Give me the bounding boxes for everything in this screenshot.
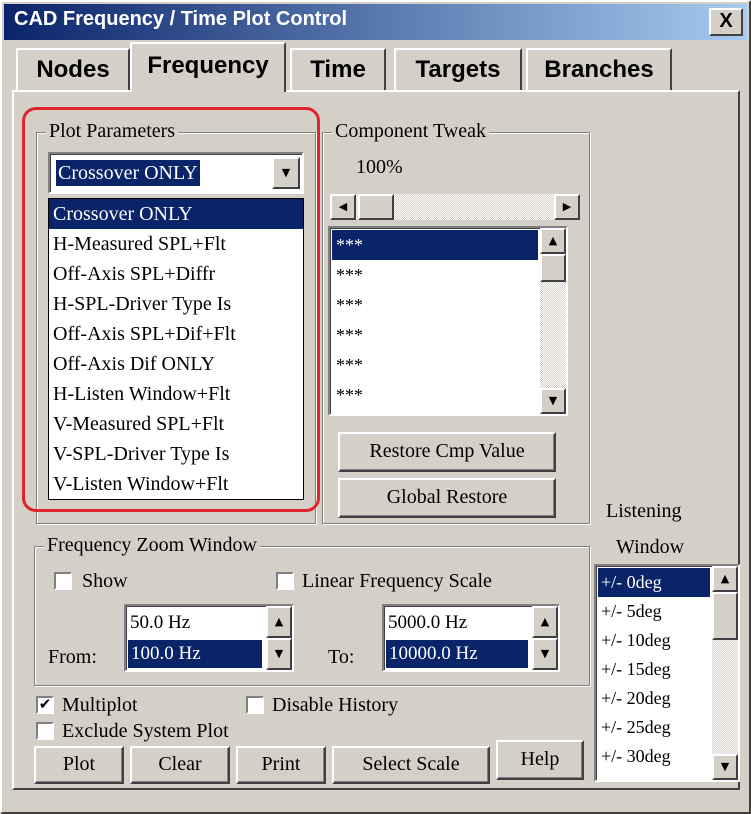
from-label: From: xyxy=(48,646,97,668)
highlight-outline xyxy=(22,107,320,512)
list-item[interactable]: *** xyxy=(332,290,538,320)
frequency-zoom-label: Frequency Zoom Window xyxy=(44,534,260,556)
list-item[interactable]: *** xyxy=(332,380,538,410)
select-scale-button[interactable]: Select Scale xyxy=(332,746,490,784)
disable-history-checkbox[interactable] xyxy=(246,696,264,714)
from-spin-list[interactable]: 50.0 Hz 100.0 Hz ▲ ▼ xyxy=(124,604,294,672)
scroll-up-icon[interactable]: ▲ xyxy=(540,228,566,254)
listening-window-list[interactable]: +/- 0deg +/- 5deg +/- 10deg +/- 15deg +/… xyxy=(594,564,740,782)
component-tweak-label: Component Tweak xyxy=(332,120,489,142)
list-item[interactable]: *** xyxy=(332,260,538,290)
linear-frequency-checkbox[interactable] xyxy=(276,572,294,590)
component-tweak-value: 100% xyxy=(356,156,403,178)
scroll-down-icon[interactable]: ▼ xyxy=(712,754,738,780)
tab-frequency[interactable]: Frequency xyxy=(130,42,286,92)
scroll-right-icon[interactable]: ▶ xyxy=(554,194,580,220)
component-list-items: *** *** *** *** *** *** xyxy=(332,230,538,410)
exclude-system-plot-label: Exclude System Plot xyxy=(62,720,229,742)
listening-window-items: +/- 0deg +/- 5deg +/- 10deg +/- 15deg +/… xyxy=(598,568,710,771)
to-value-option[interactable]: 5000.0 Hz xyxy=(388,612,467,634)
show-label: Show xyxy=(82,570,128,592)
disable-history-label: Disable History xyxy=(272,694,399,716)
list-item[interactable]: +/- 5deg xyxy=(598,597,710,626)
global-restore-button[interactable]: Global Restore xyxy=(338,478,556,518)
tweak-scrollbar[interactable]: ◀ ▶ xyxy=(330,194,580,220)
tab-time[interactable]: Time xyxy=(290,48,386,90)
to-value-selected[interactable]: 10000.0 Hz xyxy=(386,640,528,668)
listening-window-label-line2: Window xyxy=(616,536,685,558)
list-item[interactable]: +/- 30deg xyxy=(598,742,710,771)
title-bar[interactable]: CAD Frequency / Time Plot Control X xyxy=(4,4,747,40)
scroll-down-icon[interactable]: ▼ xyxy=(540,388,566,414)
scroll-thumb[interactable] xyxy=(540,254,566,282)
spin-up-icon[interactable]: ▲ xyxy=(266,606,292,638)
close-button[interactable]: X xyxy=(709,8,743,36)
from-value-option[interactable]: 50.0 Hz xyxy=(130,612,190,634)
clear-button[interactable]: Clear xyxy=(130,746,230,784)
list-item[interactable]: *** xyxy=(332,350,538,380)
spin-down-icon[interactable]: ▼ xyxy=(266,638,292,670)
help-button[interactable]: Help xyxy=(496,740,584,780)
tab-nodes[interactable]: Nodes xyxy=(16,48,130,90)
list-item[interactable]: *** xyxy=(332,320,538,350)
scroll-thumb[interactable] xyxy=(358,194,394,220)
spin-down-icon[interactable]: ▼ xyxy=(532,638,558,670)
component-list[interactable]: *** *** *** *** *** *** ▲ ▼ xyxy=(328,226,568,416)
tab-branches[interactable]: Branches xyxy=(526,48,672,90)
list-item[interactable]: +/- 10deg xyxy=(598,626,710,655)
multiplot-checkbox[interactable]: ✔ xyxy=(36,696,54,714)
multiplot-label: Multiplot xyxy=(62,694,138,716)
scroll-left-icon[interactable]: ◀ xyxy=(330,194,356,220)
list-item[interactable]: +/- 25deg xyxy=(598,713,710,742)
list-item[interactable]: +/- 15deg xyxy=(598,655,710,684)
component-list-scrollbar[interactable]: ▲ ▼ xyxy=(540,228,566,414)
restore-cmp-value-button[interactable]: Restore Cmp Value xyxy=(338,432,556,472)
exclude-system-plot-checkbox[interactable] xyxy=(36,722,54,740)
window-title: CAD Frequency / Time Plot Control xyxy=(14,8,347,30)
show-checkbox[interactable] xyxy=(54,572,72,590)
plot-button[interactable]: Plot xyxy=(34,746,124,784)
scroll-up-icon[interactable]: ▲ xyxy=(712,566,738,592)
from-value-selected[interactable]: 100.0 Hz xyxy=(128,640,262,668)
to-label: To: xyxy=(328,646,355,668)
linear-frequency-label: Linear Frequency Scale xyxy=(302,570,492,592)
listening-window-label-line1: Listening xyxy=(606,500,682,522)
scroll-thumb[interactable] xyxy=(712,592,738,640)
list-item[interactable]: +/- 0deg xyxy=(598,568,710,597)
print-button[interactable]: Print xyxy=(236,746,326,784)
listening-window-scrollbar[interactable]: ▲ ▼ xyxy=(712,566,738,780)
spin-up-icon[interactable]: ▲ xyxy=(532,606,558,638)
tab-targets[interactable]: Targets xyxy=(394,48,522,90)
list-item[interactable]: +/- 20deg xyxy=(598,684,710,713)
list-item[interactable]: *** xyxy=(332,230,538,260)
to-spin-list[interactable]: 5000.0 Hz 10000.0 Hz ▲ ▼ xyxy=(382,604,560,672)
